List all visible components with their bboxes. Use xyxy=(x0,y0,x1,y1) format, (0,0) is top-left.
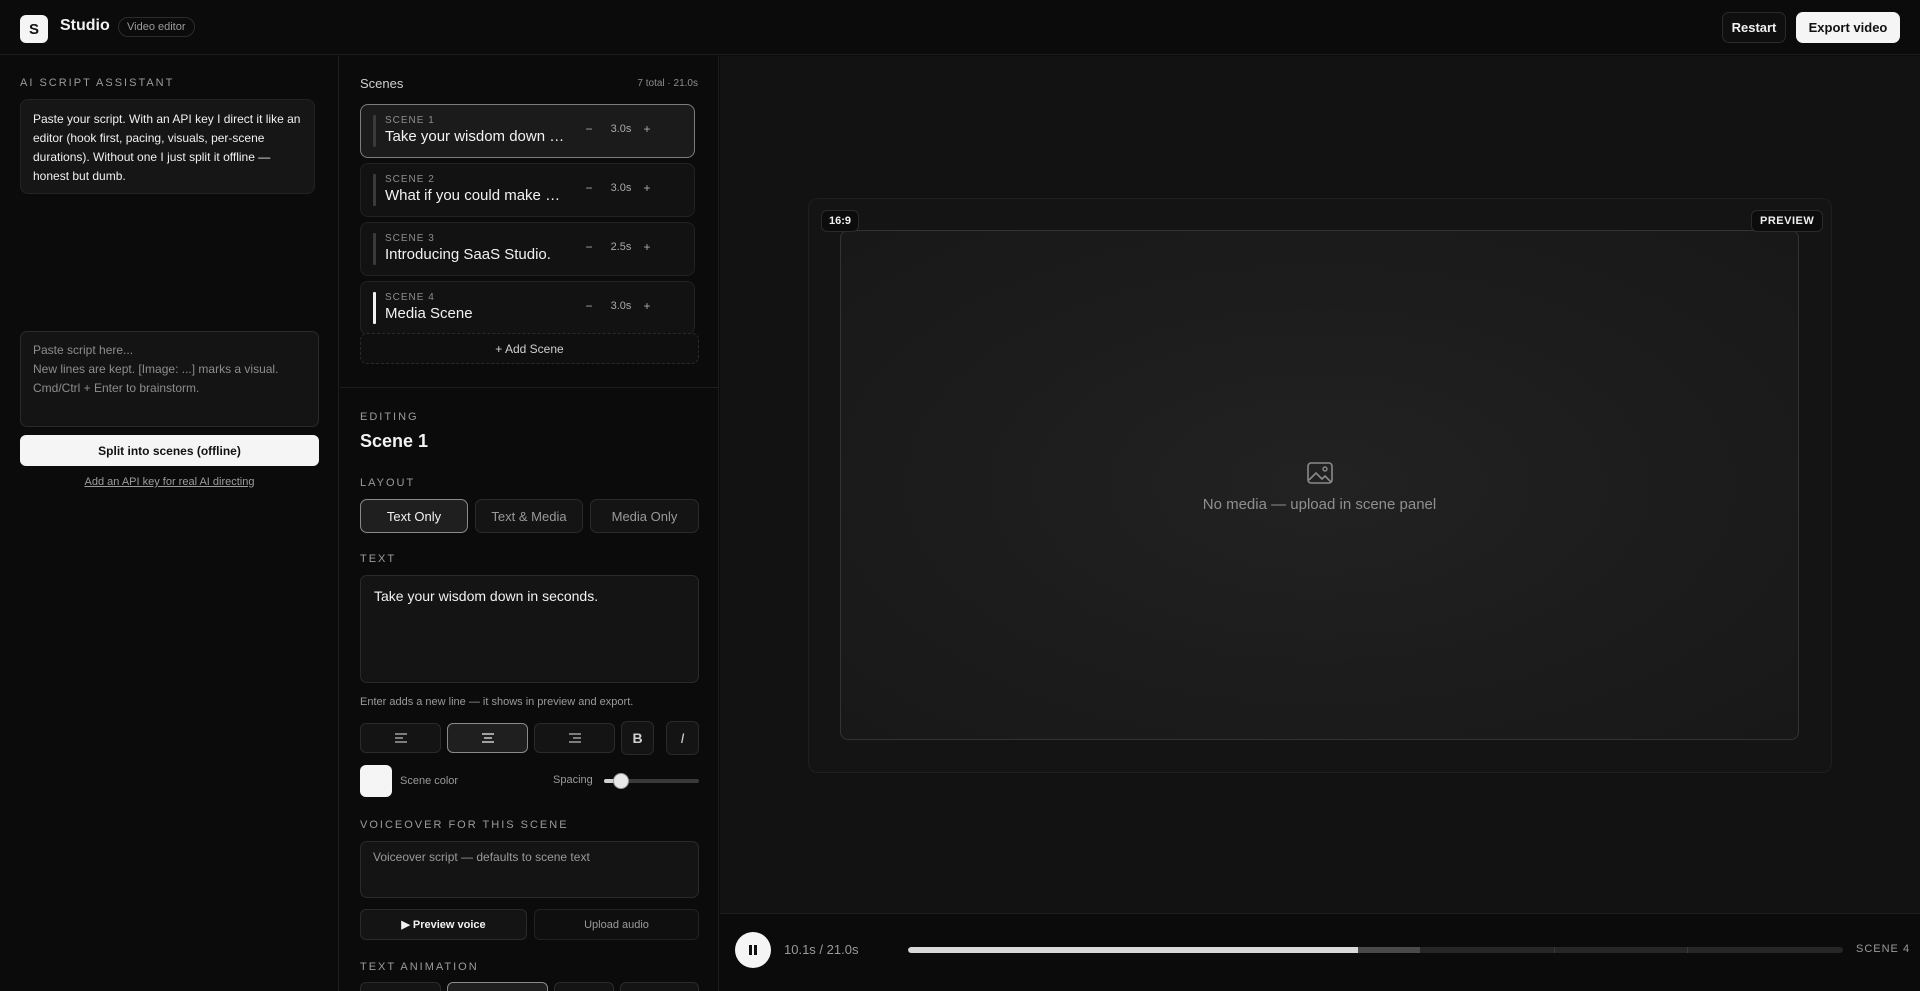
layout-media-only-button[interactable]: Media Only xyxy=(590,499,699,533)
timeline-scene-marker xyxy=(1553,947,1555,953)
align-center-icon xyxy=(481,733,494,743)
assistant-message: Paste your script. With an API key I dir… xyxy=(20,99,315,194)
voiceover-label: VOICEOVER FOR THIS SCENE xyxy=(360,819,569,831)
duration-decrease-button[interactable]: − xyxy=(583,181,595,195)
text-animation-label: TEXT ANIMATION xyxy=(360,961,479,973)
spacing-slider[interactable] xyxy=(604,773,699,789)
layout-text-media-button[interactable]: Text & Media xyxy=(475,499,583,533)
animation-option[interactable] xyxy=(554,982,614,991)
app-title: Studio xyxy=(60,17,110,34)
time-readout: 10.1s / 21.0s xyxy=(784,942,859,957)
spacing-label: Spacing xyxy=(553,774,593,786)
upload-audio-button[interactable]: Upload audio xyxy=(534,909,699,940)
add-scene-button[interactable]: + Add Scene xyxy=(360,333,699,364)
assistant-section-label: AI SCRIPT ASSISTANT xyxy=(20,77,175,89)
split-scenes-button[interactable]: Split into scenes (offline) xyxy=(20,435,319,466)
align-left-icon xyxy=(394,733,407,743)
scene-color-bar xyxy=(373,292,376,324)
scene-number: SCENE 4 xyxy=(385,292,435,303)
script-input[interactable] xyxy=(20,331,319,427)
layout-text-only-button[interactable]: Text Only xyxy=(360,499,468,533)
timeline-scene-marker xyxy=(1687,947,1689,953)
animation-option[interactable] xyxy=(360,982,441,991)
editing-label: EDITING xyxy=(360,411,419,423)
italic-button[interactable]: I xyxy=(666,721,699,755)
scenes-title: Scenes xyxy=(360,76,404,91)
empty-media-message: No media — upload in scene panel xyxy=(1202,496,1437,513)
scene-number: SCENE 2 xyxy=(385,174,435,185)
voiceover-input[interactable] xyxy=(360,841,699,898)
playback-bar: 10.1s / 21.0s SCENE 4 xyxy=(720,913,1920,991)
timeline-progress xyxy=(908,947,1358,953)
image-icon xyxy=(1307,462,1333,484)
scene-text: Take your wisdom down in seconds. xyxy=(385,128,567,145)
duration-increase-button[interactable]: + xyxy=(641,122,653,136)
spacing-slider-thumb[interactable] xyxy=(613,773,630,789)
scene-text: What if you could make one video in minu… xyxy=(385,187,567,204)
duration-decrease-button[interactable]: − xyxy=(583,299,595,313)
scene-color-label: Scene color xyxy=(400,775,459,787)
align-right-button[interactable] xyxy=(534,723,615,753)
add-api-key-link[interactable]: Add an API key for real AI directing xyxy=(20,476,319,488)
scene-text-input[interactable] xyxy=(360,575,699,683)
panel-divider xyxy=(340,387,718,388)
preview-badge: PREVIEW xyxy=(1751,210,1824,232)
text-hint: Enter adds a new line — it shows in prev… xyxy=(360,696,634,708)
scene-duration: 3.0s xyxy=(610,300,632,312)
editing-scene-title: Scene 1 xyxy=(360,431,429,451)
animation-option[interactable] xyxy=(620,982,699,991)
duration-decrease-button[interactable]: − xyxy=(583,122,595,136)
scene-text: Media Scene xyxy=(385,305,473,322)
aspect-ratio-badge[interactable]: 16:9 xyxy=(821,210,860,232)
align-left-button[interactable] xyxy=(360,723,441,753)
pause-button[interactable] xyxy=(735,932,771,968)
align-right-icon xyxy=(568,733,581,743)
current-scene-indicator: SCENE 4 xyxy=(1856,943,1911,955)
scene-text: Introducing SaaS Studio. xyxy=(385,246,551,263)
text-label: TEXT xyxy=(360,553,397,565)
scene-editor-panel: Scenes 7 total · 21.0s SCENE 1 Take your… xyxy=(340,56,719,991)
duration-increase-button[interactable]: + xyxy=(641,240,653,254)
scene-number: SCENE 1 xyxy=(385,115,435,126)
scene-card[interactable]: SCENE 3 Introducing SaaS Studio. − 2.5s … xyxy=(360,222,695,276)
scene-duration: 3.0s xyxy=(610,123,632,135)
align-center-button[interactable] xyxy=(447,723,528,753)
duration-increase-button[interactable]: + xyxy=(641,299,653,313)
timeline-scrubber[interactable] xyxy=(908,947,1843,953)
scene-color-bar xyxy=(373,115,376,147)
scene-card[interactable]: SCENE 2 What if you could make one video… xyxy=(360,163,695,217)
scene-color-bar xyxy=(373,174,376,206)
preview-voice-button[interactable]: ▶ Preview voice xyxy=(360,909,527,940)
animation-option[interactable] xyxy=(447,982,548,991)
scenes-count: 7 total · 21.0s xyxy=(637,78,698,89)
export-video-button[interactable]: Export video xyxy=(1796,12,1900,43)
script-assistant-panel: AI SCRIPT ASSISTANT Paste your script. W… xyxy=(0,56,339,991)
duration-increase-button[interactable]: + xyxy=(641,181,653,195)
app-header: S Studio Video editor Restart Export vid… xyxy=(0,0,1920,55)
restart-button[interactable]: Restart xyxy=(1722,12,1786,43)
preview-area: 16:9 PREVIEW No media — upload in scene … xyxy=(720,56,1920,991)
app-badge: Video editor xyxy=(118,17,195,37)
layout-label: LAYOUT xyxy=(360,477,416,489)
scene-duration: 2.5s xyxy=(610,241,632,253)
scene-card[interactable]: SCENE 4 Media Scene − 3.0s + xyxy=(360,281,695,335)
scene-number: SCENE 3 xyxy=(385,233,435,244)
app-logo: S xyxy=(20,15,48,43)
bold-button[interactable]: B xyxy=(621,721,654,755)
scene-color-swatch[interactable] xyxy=(360,765,392,797)
pause-icon xyxy=(749,945,757,955)
scene-card[interactable]: SCENE 1 Take your wisdom down in seconds… xyxy=(360,104,695,158)
scene-color-bar xyxy=(373,233,376,265)
duration-decrease-button[interactable]: − xyxy=(583,240,595,254)
timeline-current-scene xyxy=(1357,947,1421,953)
scene-duration: 3.0s xyxy=(610,182,632,194)
